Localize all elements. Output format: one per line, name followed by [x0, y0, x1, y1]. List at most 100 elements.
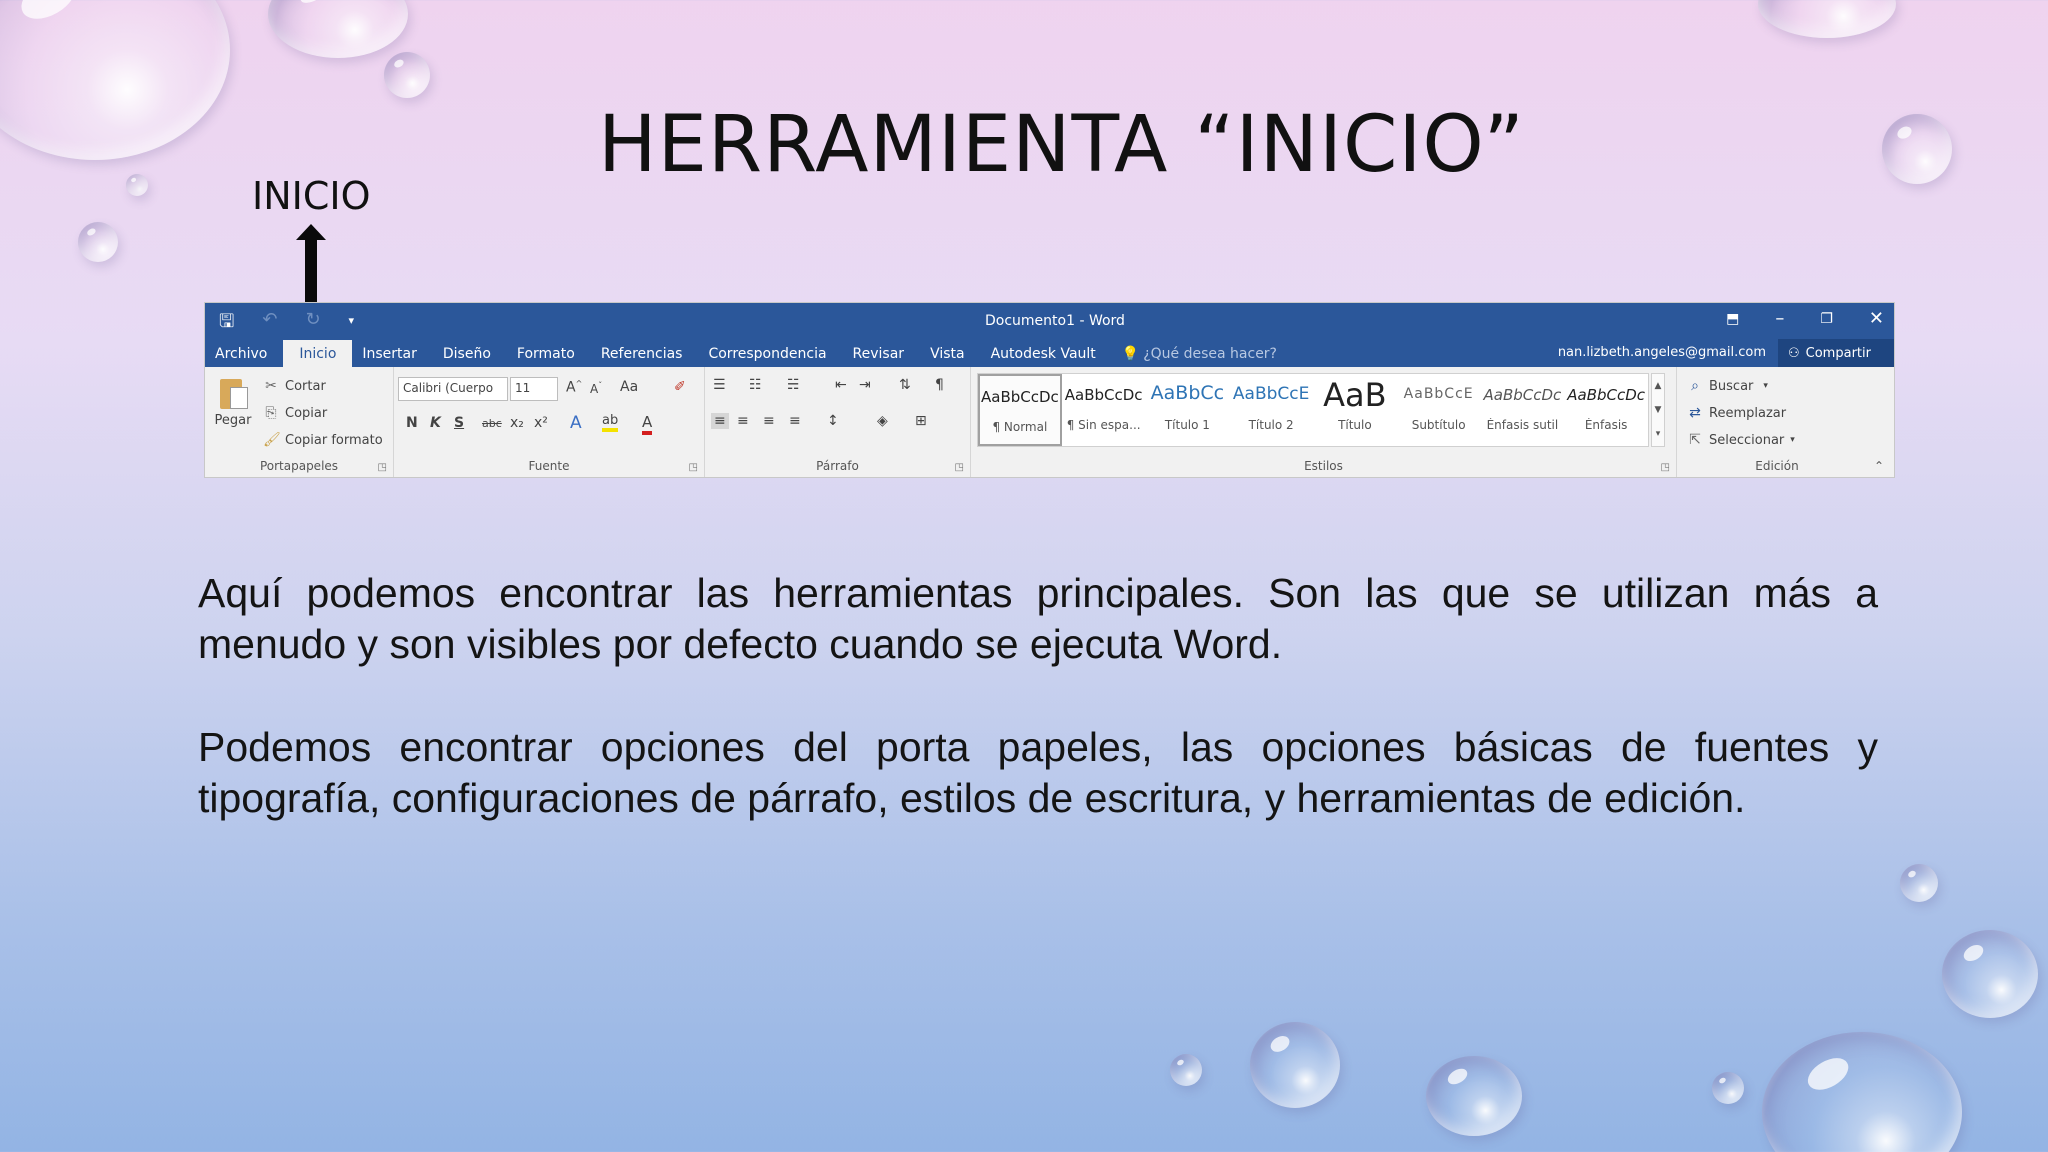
water-drop: [0, 0, 230, 160]
tab-correspondencia[interactable]: Correspondencia: [698, 346, 842, 367]
style-sample: AaBbCc: [1150, 382, 1225, 404]
subscript-button[interactable]: x₂: [510, 415, 524, 431]
font-size-select[interactable]: 11: [510, 377, 558, 401]
select-label: Seleccionar: [1709, 433, 1785, 448]
tab-archivo[interactable]: Archivo: [205, 346, 283, 367]
sort-icon[interactable]: ⇅: [899, 377, 911, 393]
ribbon-display-options-icon[interactable]: ⬒: [1726, 311, 1739, 329]
style-heading-2[interactable]: AaBbCcE Título 2: [1229, 374, 1313, 446]
increase-indent-icon[interactable]: ⇥: [859, 377, 871, 393]
style-subtitle[interactable]: AaBbCcE Subtítulo: [1397, 374, 1481, 446]
text-effects-icon[interactable]: A: [570, 413, 582, 433]
find-button[interactable]: ⌕ Buscar ▾: [1687, 373, 1795, 400]
chevron-up-icon[interactable]: ▲: [1652, 374, 1664, 398]
restore-icon[interactable]: ❐: [1820, 311, 1833, 329]
align-left-icon[interactable]: ≡: [711, 413, 729, 429]
italic-button[interactable]: K: [430, 415, 441, 431]
style-emphasis[interactable]: AaBbCcDc Énfasis: [1564, 374, 1648, 446]
dialog-launcher-icon[interactable]: ◳: [689, 462, 698, 473]
style-sample: AaBbCcDc: [1483, 386, 1562, 404]
align-center-icon[interactable]: ≡: [737, 413, 749, 429]
dialog-launcher-icon[interactable]: ◳: [955, 462, 964, 473]
tell-me-box[interactable]: 💡 ¿Qué desea hacer?: [1112, 346, 1293, 367]
styles-scroll[interactable]: ▲ ▼ ▾: [1651, 373, 1665, 447]
style-name: Énfasis: [1584, 418, 1628, 432]
font-color-icon[interactable]: A: [642, 413, 653, 435]
superscript-button[interactable]: x²: [534, 415, 548, 431]
clear-format-icon[interactable]: ✐: [674, 379, 686, 395]
undo-icon[interactable]: ↶: [262, 309, 277, 339]
replace-button[interactable]: ⇄ Reemplazar: [1687, 400, 1795, 427]
change-case-button[interactable]: Aa: [620, 379, 638, 395]
group-paragraph: ☰ ☷ ☵ ⇤ ⇥ ⇅ ¶ ≡ ≡ ≡ ≡ ↕ ◈ ⊞ Párrafo ◳: [705, 367, 971, 477]
cut-button[interactable]: ✂ Cortar: [263, 373, 383, 400]
tab-vista[interactable]: Vista: [920, 346, 981, 367]
style-name: Título 2: [1248, 418, 1294, 432]
chevron-down-icon: ▾: [1790, 435, 1795, 445]
tab-referencias[interactable]: Referencias: [591, 346, 699, 367]
tab-diseno[interactable]: Diseño: [433, 346, 507, 367]
save-icon[interactable]: 🖫: [219, 309, 234, 339]
justify-icon[interactable]: ≡: [789, 413, 801, 429]
bullets-icon[interactable]: ☰: [713, 377, 726, 393]
select-button[interactable]: ⇱ Seleccionar ▾: [1687, 427, 1795, 454]
cursor-icon: ⇱: [1689, 432, 1701, 448]
redo-icon[interactable]: ↻: [305, 309, 320, 339]
ribbon-home: Pegar ✂ Cortar ⎘ Copiar 🖌 Copiar formato Po…: [205, 367, 1894, 477]
clipboard-actions: ✂ Cortar ⎘ Copiar 🖌 Copiar formato: [263, 373, 383, 454]
chevron-down-icon[interactable]: ▼: [1652, 398, 1664, 422]
style-heading-1[interactable]: AaBbCc Título 1: [1146, 374, 1230, 446]
water-drop: [1250, 1022, 1340, 1108]
format-painter-button[interactable]: 🖌 Copiar formato: [263, 427, 383, 454]
group-label-styles: Estilos: [1304, 459, 1343, 473]
tab-revisar[interactable]: Revisar: [843, 346, 921, 367]
window-controls: ⬒ – ❐ ✕: [1726, 308, 1884, 329]
document-title: Documento1 - Word: [985, 313, 1125, 329]
paste-button[interactable]: Pegar: [213, 375, 253, 428]
numbering-icon[interactable]: ☷: [749, 377, 762, 393]
more-styles-icon[interactable]: ▾: [1652, 422, 1664, 446]
word-titlebar: 🖫 ↶ ↻ ▾ Documento1 - Word ⬒ – ❐ ✕: [205, 303, 1894, 339]
multilevel-list-icon[interactable]: ☵: [787, 377, 800, 393]
collapse-ribbon-icon[interactable]: ⌃: [1874, 459, 1884, 473]
strikethrough-button[interactable]: abc: [482, 417, 502, 430]
dialog-launcher-icon[interactable]: ◳: [1661, 462, 1670, 473]
ribbon-tabs: Archivo Inicio Insertar Diseño Formato R…: [205, 339, 1293, 367]
scissors-icon: ✂: [265, 378, 277, 394]
customize-qat-icon[interactable]: ▾: [349, 314, 355, 339]
quick-access-toolbar: 🖫 ↶ ↻ ▾: [219, 309, 354, 339]
style-name: Título: [1338, 418, 1372, 432]
bold-button[interactable]: N: [406, 415, 418, 431]
tab-autodesk-vault[interactable]: Autodesk Vault: [981, 346, 1112, 367]
align-right-icon[interactable]: ≡: [763, 413, 775, 429]
decrease-indent-icon[interactable]: ⇤: [835, 377, 847, 393]
grow-font-icon[interactable]: A^: [566, 379, 582, 396]
line-spacing-icon[interactable]: ↕: [827, 413, 839, 429]
style-name: ¶ Sin espa...: [1066, 418, 1141, 432]
style-subtle-emphasis[interactable]: AaBbCcDc Énfasis sutil: [1481, 374, 1565, 446]
pilcrow-icon[interactable]: ¶: [935, 377, 944, 393]
dialog-launcher-icon[interactable]: ◳: [378, 462, 387, 473]
style-no-spacing[interactable]: AaBbCcDc ¶ Sin espa...: [1062, 374, 1146, 446]
water-drop: [126, 174, 148, 196]
shrink-font-icon[interactable]: Aˇ: [590, 381, 602, 396]
font-name-select[interactable]: Calibri (Cuerpo: [398, 377, 508, 401]
copy-button[interactable]: ⎘ Copiar: [263, 400, 383, 427]
style-sample: AaBbCcDc: [1064, 386, 1143, 404]
shading-icon[interactable]: ◈: [877, 413, 888, 429]
account-email[interactable]: nan.lizbeth.angeles@gmail.com: [1558, 345, 1766, 360]
highlight-icon[interactable]: ab: [602, 413, 619, 432]
paste-label: Pegar: [214, 413, 252, 428]
tab-formato[interactable]: Formato: [507, 346, 591, 367]
water-drop: [1900, 864, 1938, 902]
tab-insertar[interactable]: Insertar: [352, 346, 433, 367]
chevron-down-icon: ▾: [1763, 381, 1768, 391]
style-title[interactable]: AaB Título: [1313, 374, 1397, 446]
close-icon[interactable]: ✕: [1869, 308, 1884, 329]
minimize-icon[interactable]: –: [1775, 308, 1784, 329]
share-button[interactable]: ⚇ Compartir: [1778, 339, 1894, 367]
style-normal[interactable]: AaBbCcDc ¶ Normal: [978, 374, 1062, 446]
underline-button[interactable]: S: [454, 415, 464, 431]
borders-icon[interactable]: ⊞: [915, 413, 927, 429]
tab-inicio[interactable]: Inicio: [283, 340, 353, 367]
